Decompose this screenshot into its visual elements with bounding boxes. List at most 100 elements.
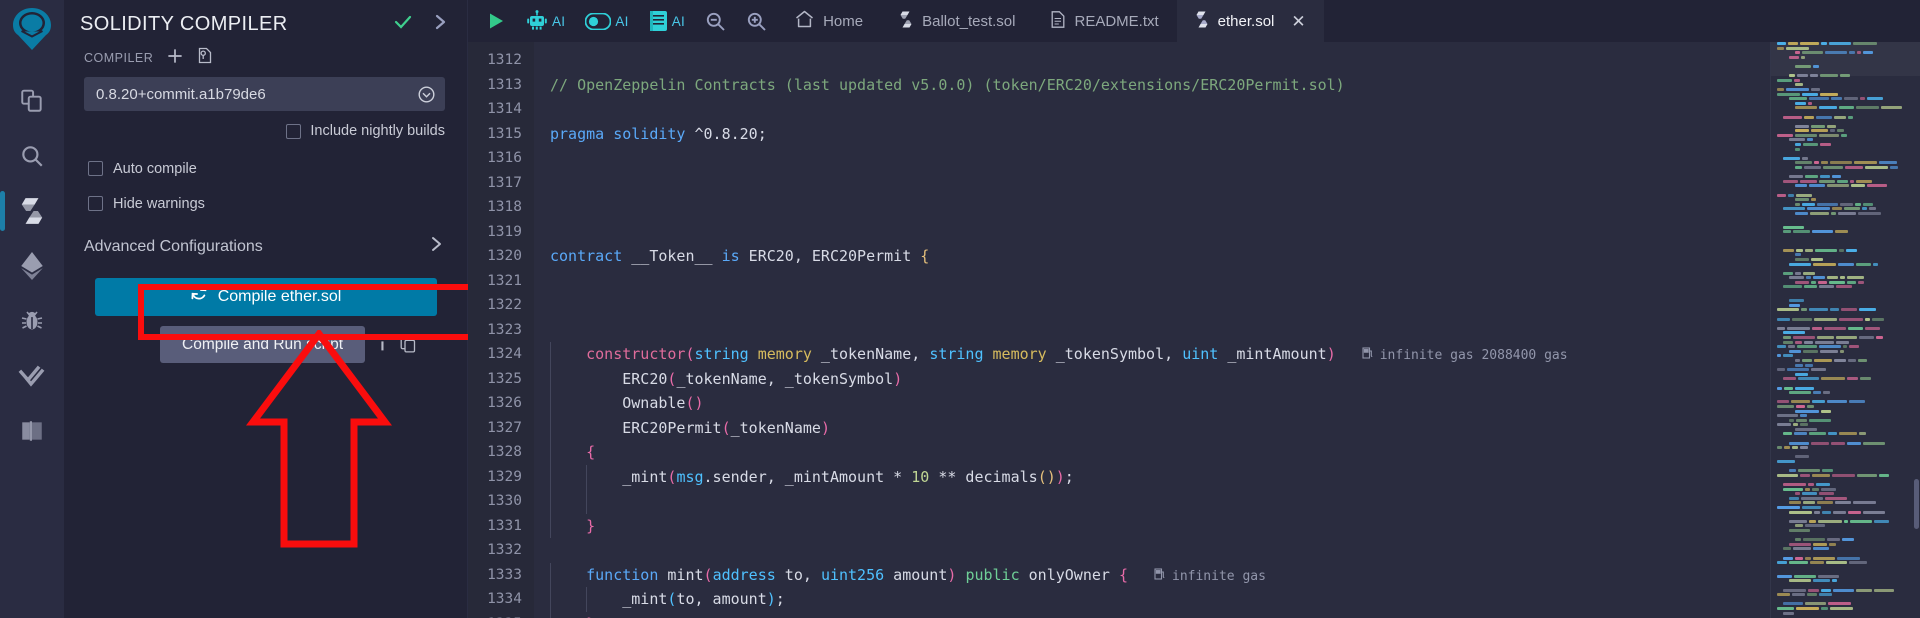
remix-ai-assistant-button[interactable]: AI (516, 0, 575, 42)
search-icon[interactable] (0, 128, 64, 183)
minimap-token (1794, 340, 1803, 344)
minimap-token (1819, 179, 1835, 183)
minimap-token (1810, 257, 1824, 261)
minimap-token (1827, 538, 1840, 542)
advanced-configurations-row[interactable]: Advanced Configurations (84, 235, 445, 268)
add-compiler-config-icon[interactable] (167, 48, 183, 69)
code-line[interactable]: _mint(to, amount); (534, 587, 1920, 612)
minimap-token (1789, 349, 1801, 353)
code-line[interactable] (534, 97, 1920, 122)
code-editor-area: AI AI AI Home Ballot_test.sol README.txt… (468, 0, 1920, 618)
code-line[interactable]: // OpenZeppelin Contracts (last updated … (534, 73, 1920, 98)
auto-compile-checkbox[interactable] (88, 161, 103, 176)
code-line[interactable]: ERC20Permit(_tokenName) (534, 415, 1920, 440)
include-nightly-builds-row[interactable]: Include nightly builds (64, 111, 467, 139)
minimap-token (1840, 133, 1848, 137)
compile-and-run-script-button[interactable]: Compile and Run script (160, 326, 366, 363)
minimap-line (1795, 202, 1920, 206)
zoom-in-button[interactable] (736, 0, 777, 42)
code-line[interactable] (534, 269, 1920, 294)
code-content[interactable]: // OpenZeppelin Contracts (last updated … (534, 42, 1920, 618)
minimap-line (1777, 465, 1920, 468)
compile-ether-sol-button[interactable]: Compile ether.sol (94, 278, 437, 316)
minimap-line (1789, 418, 1920, 422)
code-line[interactable] (534, 48, 1920, 73)
minimap-line (1777, 566, 1920, 569)
code-line[interactable]: ERC20(_tokenName, _tokenSymbol) (534, 366, 1920, 391)
code-token: _mint (550, 590, 668, 608)
minimap-token (1828, 280, 1845, 284)
code-line[interactable]: contract __Token__ is ERC20, ERC20Permit… (534, 244, 1920, 269)
code-line[interactable]: Ownable() (534, 391, 1920, 416)
code-scroll-area[interactable]: 1312 1313 1314 1315 1316 1317 1318 1319 1320 1321… (468, 42, 1920, 618)
minimap-token (1802, 271, 1815, 275)
minimap-token (1789, 276, 1805, 280)
page-title: SOLIDITY COMPILER (80, 13, 288, 35)
minimap-token (1798, 469, 1820, 473)
code-line[interactable] (534, 146, 1920, 171)
remix-logo-icon[interactable] (10, 6, 54, 57)
code-line[interactable] (534, 318, 1920, 343)
code-line[interactable]: { (534, 440, 1920, 465)
debugger-icon[interactable] (0, 293, 64, 348)
ai-docs-button[interactable]: AI (639, 0, 695, 42)
auto-compile-row[interactable]: Auto compile (64, 151, 467, 186)
minimap-token (1795, 193, 1813, 197)
run-script-info-icon[interactable] (379, 336, 386, 354)
close-icon[interactable]: ✕ (1291, 13, 1305, 30)
code-line[interactable] (534, 171, 1920, 196)
code-minimap[interactable] (1770, 42, 1920, 618)
minimap-token (1820, 42, 1827, 45)
run-script-play-button[interactable] (476, 0, 516, 42)
code-line[interactable] (534, 293, 1920, 318)
minimap-line (1783, 602, 1920, 606)
panel-collapse-chevron-icon[interactable] (433, 12, 449, 37)
ai-toggle-button[interactable]: AI (575, 0, 638, 42)
editor-scrollbar[interactable] (1914, 479, 1919, 529)
tab-readme-txt[interactable]: README.txt (1033, 0, 1176, 42)
hide-warnings-checkbox[interactable] (88, 196, 103, 211)
code-line[interactable]: constructor(string memory _tokenName, st… (534, 342, 1920, 367)
tab-ether-sol[interactable]: ether.sol ✕ (1176, 0, 1324, 42)
gas-estimate-badge: infinite gas (1154, 567, 1266, 584)
minimap-token (1789, 519, 1808, 523)
minimap-line (1795, 129, 1920, 133)
minimap-token (1783, 179, 1799, 183)
copy-icon[interactable] (400, 336, 416, 353)
code-line[interactable]: _mint(msg.sender, _mintAmount * 10 ** de… (534, 464, 1920, 489)
zoom-out-button[interactable] (695, 0, 736, 42)
minimap-token (1804, 115, 1815, 119)
minimap-line (1777, 317, 1920, 321)
code-line[interactable]: pragma solidity ^0.8.20; (534, 122, 1920, 147)
remix-ide-window: SOLIDITY COMPILER COMPILER 0.8.20+commit… (0, 0, 1920, 618)
code-line[interactable] (534, 220, 1920, 245)
compiler-version-select[interactable]: 0.8.20+commit.a1b79de6 (84, 77, 445, 111)
code-line[interactable]: function mint(address to, uint256 amount… (534, 562, 1920, 587)
file-explorer-icon[interactable] (0, 73, 64, 128)
minimap-token (1821, 377, 1845, 381)
tab-ballot-test-sol[interactable]: Ballot_test.sol (881, 0, 1033, 42)
minimap-token (1783, 556, 1794, 560)
settings-icon[interactable] (0, 403, 64, 458)
minimap-token (1827, 276, 1839, 280)
deploy-run-icon[interactable] (0, 238, 64, 293)
minimap-line (1783, 271, 1920, 275)
hide-warnings-row[interactable]: Hide warnings (64, 186, 467, 221)
line-number: 1327 (487, 419, 522, 436)
plugin-manager-icon[interactable] (0, 348, 64, 403)
code-line[interactable] (534, 195, 1920, 220)
code-line[interactable]: } (534, 513, 1920, 538)
line-number: 1329 (487, 468, 522, 485)
code-line[interactable]: } (534, 611, 1920, 618)
minimap-line (1777, 244, 1920, 247)
compiler-config-file-icon[interactable] (197, 47, 213, 69)
tab-home[interactable]: Home (781, 0, 881, 42)
code-line[interactable] (534, 489, 1920, 514)
include-nightly-builds-checkbox[interactable] (286, 123, 302, 139)
minimap-line (1795, 538, 1920, 542)
minimap-line (1789, 542, 1920, 546)
indent-guide (550, 489, 551, 514)
code-line[interactable] (534, 538, 1920, 563)
solidity-compiler-icon[interactable] (0, 183, 64, 238)
advanced-configurations-chevron-icon[interactable] (429, 235, 445, 258)
